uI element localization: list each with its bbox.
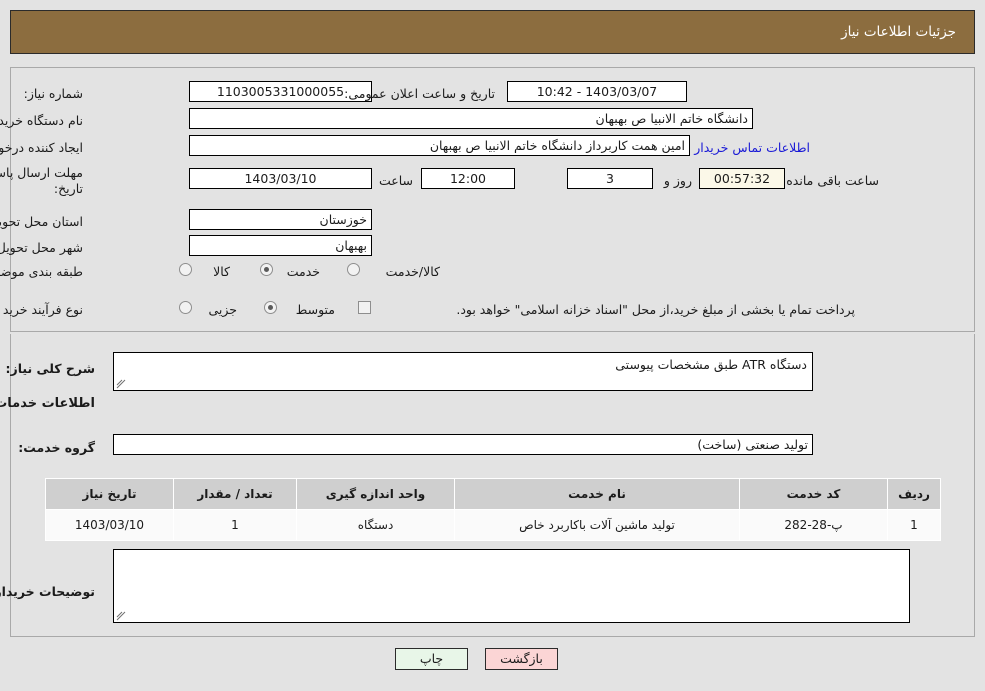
deadline-time-label: ساعت (378, 173, 413, 188)
col-need-date: تاریخ نیاز (45, 478, 174, 510)
announce-datetime-label: تاریخ و ساعت اعلان عمومی: (344, 86, 495, 101)
cell-row-no: 1 (887, 509, 941, 541)
service-group-field[interactable]: تولید صنعتی (ساخت) (113, 434, 813, 455)
need-number-label: شماره نیاز: (23, 86, 83, 101)
province-label: استان محل تحویل: (0, 214, 83, 229)
col-unit: واحد اندازه گیری (296, 478, 455, 510)
deadline-label-line2: تاریخ: (53, 181, 83, 196)
buyer-contact-link[interactable]: اطلاعات تماس خریدار (694, 140, 810, 155)
deadline-date-field[interactable]: 1403/03/10 (189, 168, 372, 189)
treasury-note: پرداخت تمام یا بخشی از مبلغ خرید،از محل … (456, 302, 855, 317)
resize-grip-icon (116, 379, 126, 389)
countdown-label: ساعت باقی مانده (786, 173, 879, 188)
table-row[interactable]: 1 پ-28-282 تولید ماشین آلات باکاربرد خاص… (45, 509, 941, 541)
process-option-label-0: جزیی (208, 302, 237, 317)
top-info-panel (10, 67, 975, 332)
deadline-label-line1: مهلت ارسال پاسخ: تا (0, 165, 83, 180)
request-creator-label: ایجاد کننده درخواست: (0, 140, 83, 155)
category-option-label-1: خدمت (286, 264, 320, 279)
page-header-bar: جزئیات اطلاعات نیاز (10, 10, 975, 54)
radio-category-goods-service[interactable] (347, 263, 360, 276)
general-desc-textarea[interactable]: دستگاه ATR طبق مشخصات پیوستی (113, 352, 813, 391)
table-header-row: ردیف کد خدمت نام خدمت واحد اندازه گیری ت… (45, 478, 941, 510)
col-service-name: نام خدمت (454, 478, 740, 510)
page-title: جزئیات اطلاعات نیاز (841, 24, 956, 40)
need-details-page: جزئیات اطلاعات نیاز AnaTender.net شماره … (0, 0, 985, 691)
cell-unit: دستگاه (296, 509, 455, 541)
cell-service-code: پ-28-282 (739, 509, 888, 541)
process-option-label-1: متوسط (295, 302, 335, 317)
radio-category-service[interactable] (260, 263, 273, 276)
radio-category-goods[interactable] (179, 263, 192, 276)
col-quantity: تعداد / مقدار (173, 478, 297, 510)
announce-datetime-field[interactable]: 1403/03/07 - 10:42 (507, 81, 687, 102)
province-field[interactable]: خوزستان (189, 209, 372, 230)
checkbox-islamic-treasury[interactable] (358, 301, 371, 314)
buyer-notes-label: توضیحات خریدار: (0, 584, 95, 599)
category-option-label-2: کالا/خدمت (385, 264, 440, 279)
remaining-days-label: روز و (663, 173, 692, 188)
radio-process-medium[interactable] (264, 301, 277, 314)
process-label: نوع فرآیند خرید : (0, 302, 83, 317)
services-table: ردیف کد خدمت نام خدمت واحد اندازه گیری ت… (45, 478, 941, 541)
cell-need-date: 1403/03/10 (45, 509, 174, 541)
services-info-heading: اطلاعات خدمات مورد نیاز (0, 396, 95, 411)
request-creator-field[interactable]: امین همت کاربرداز دانشگاه خاتم الانبیا ص… (189, 135, 690, 156)
category-label: طبقه بندی موضوعی: (0, 264, 83, 279)
buyer-org-field[interactable]: دانشگاه خاتم الانبیا ص بهبهان (189, 108, 753, 129)
deadline-time-field[interactable]: 12:00 (421, 168, 515, 189)
buyer-org-label: نام دستگاه خریدار: (0, 113, 83, 128)
cell-quantity: 1 (173, 509, 297, 541)
resize-grip-icon (116, 611, 126, 621)
buyer-notes-textarea[interactable] (113, 549, 910, 623)
radio-process-minor[interactable] (179, 301, 192, 314)
print-button[interactable]: چاپ (395, 648, 468, 670)
remaining-days-field[interactable]: 3 (567, 168, 653, 189)
service-group-label: گروه خدمت: (18, 440, 95, 455)
general-desc-label: شرح کلی نیاز: (5, 361, 95, 376)
countdown-field: 00:57:32 (699, 168, 785, 189)
category-option-label-0: کالا (213, 264, 230, 279)
city-label: شهر محل تحویل: (0, 240, 83, 255)
city-field[interactable]: بهبهان (189, 235, 372, 256)
back-button[interactable]: بازگشت (485, 648, 558, 670)
col-row-no: ردیف (887, 478, 941, 510)
col-service-code: کد خدمت (739, 478, 888, 510)
cell-service-name: تولید ماشین آلات باکاربرد خاص (454, 509, 740, 541)
